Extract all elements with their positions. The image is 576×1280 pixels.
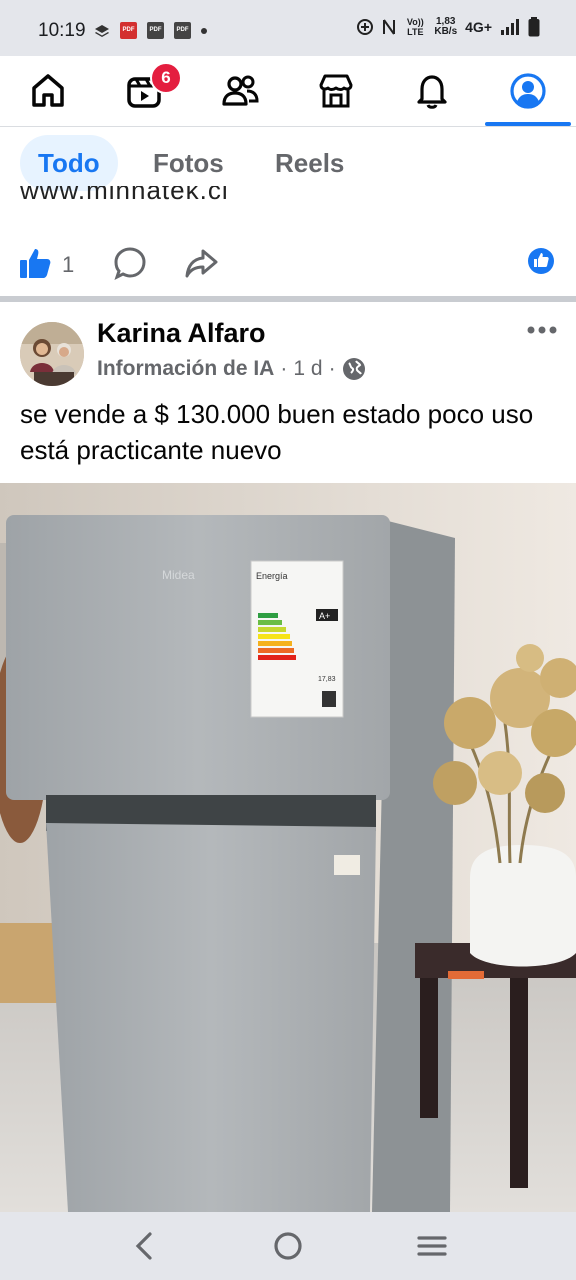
like-button[interactable] [18, 246, 52, 280]
pdf-icon: PDF [174, 22, 191, 39]
comment-button[interactable] [113, 246, 147, 280]
filter-chip-fotos[interactable]: Fotos [135, 135, 242, 191]
share-button[interactable] [184, 246, 218, 280]
status-right-icons: Vo)) LTE 1,83 KB/s 4G+ [356, 17, 540, 37]
post-meta: Información de IA · 1 d · [97, 357, 366, 381]
status-left-icons: PDF PDF PDF [94, 22, 207, 39]
bell-icon [417, 75, 447, 109]
nav-profile-button[interactable] [480, 56, 576, 126]
notification-badge: 6 [150, 62, 182, 94]
meta-separator: · [328, 357, 336, 380]
energy-label-title: Energía [256, 571, 288, 581]
nav-home-button[interactable] [0, 56, 96, 126]
friends-icon [222, 75, 259, 106]
pdf-icon: PDF [120, 22, 137, 39]
layers-icon [95, 24, 109, 37]
nfc-icon [383, 19, 396, 35]
nav-marketplace-button[interactable] [288, 56, 384, 126]
active-tab-indicator [485, 122, 571, 126]
battery-icon [528, 17, 540, 37]
previous-post-actions: 1 [0, 232, 576, 296]
filter-chip-reels[interactable]: Reels [257, 135, 362, 191]
post-header: Karina Alfaro Información de IA · 1 d · [0, 302, 576, 392]
pdf-icon: PDF [147, 22, 164, 39]
home-circle-icon[interactable] [272, 1230, 304, 1262]
refrigerator-photo: Midea Energía A+ 17,83 [0, 483, 576, 1212]
status-time: 10:19 [38, 20, 86, 41]
post-group-name[interactable]: Información de IA [97, 357, 274, 381]
marketplace-icon [319, 74, 353, 108]
status-bar: 10:19 PDF PDF PDF Vo)) LTE 1,83 KB/s 4G+ [0, 0, 576, 56]
post-time[interactable]: 1 d [293, 357, 322, 381]
profile-icon [510, 73, 546, 109]
top-nav-bar: 6 [0, 56, 576, 127]
meta-separator: · [280, 357, 288, 380]
network-type: 4G+ [465, 19, 492, 35]
nav-friends-button[interactable] [192, 56, 288, 126]
like-count: 1 [62, 252, 75, 277]
like-reaction-icon [528, 248, 554, 274]
post-text: se vende a $ 130.000 buen estado poco us… [20, 399, 534, 465]
back-icon[interactable] [130, 1230, 158, 1262]
previous-post-link-text: www.minnatek.cl [20, 186, 229, 205]
post-photo[interactable]: Midea Energía A+ 17,83 [0, 483, 576, 1212]
system-nav-bar [0, 1212, 576, 1280]
data-saver-icon [357, 19, 374, 35]
globe-icon [342, 358, 365, 380]
nav-notifications-button[interactable] [384, 56, 480, 126]
avatar-photo [20, 322, 84, 386]
post-author-name[interactable]: Karina Alfaro [97, 318, 266, 349]
fridge-brand-text: Midea [162, 568, 195, 582]
signal-icon [501, 19, 519, 35]
filter-chip-todo[interactable]: Todo [20, 135, 118, 191]
more-options-icon[interactable] [526, 324, 558, 336]
volte-label: Vo)) LTE [406, 17, 424, 37]
network-speed: 1,83 KB/s [434, 16, 458, 37]
energy-rating: A+ [319, 611, 330, 621]
recent-apps-icon[interactable] [416, 1230, 448, 1262]
home-icon [32, 74, 64, 107]
more-notifications-dot [201, 27, 207, 34]
energy-consumption: 17,83 [318, 676, 336, 683]
author-avatar[interactable] [20, 322, 84, 386]
